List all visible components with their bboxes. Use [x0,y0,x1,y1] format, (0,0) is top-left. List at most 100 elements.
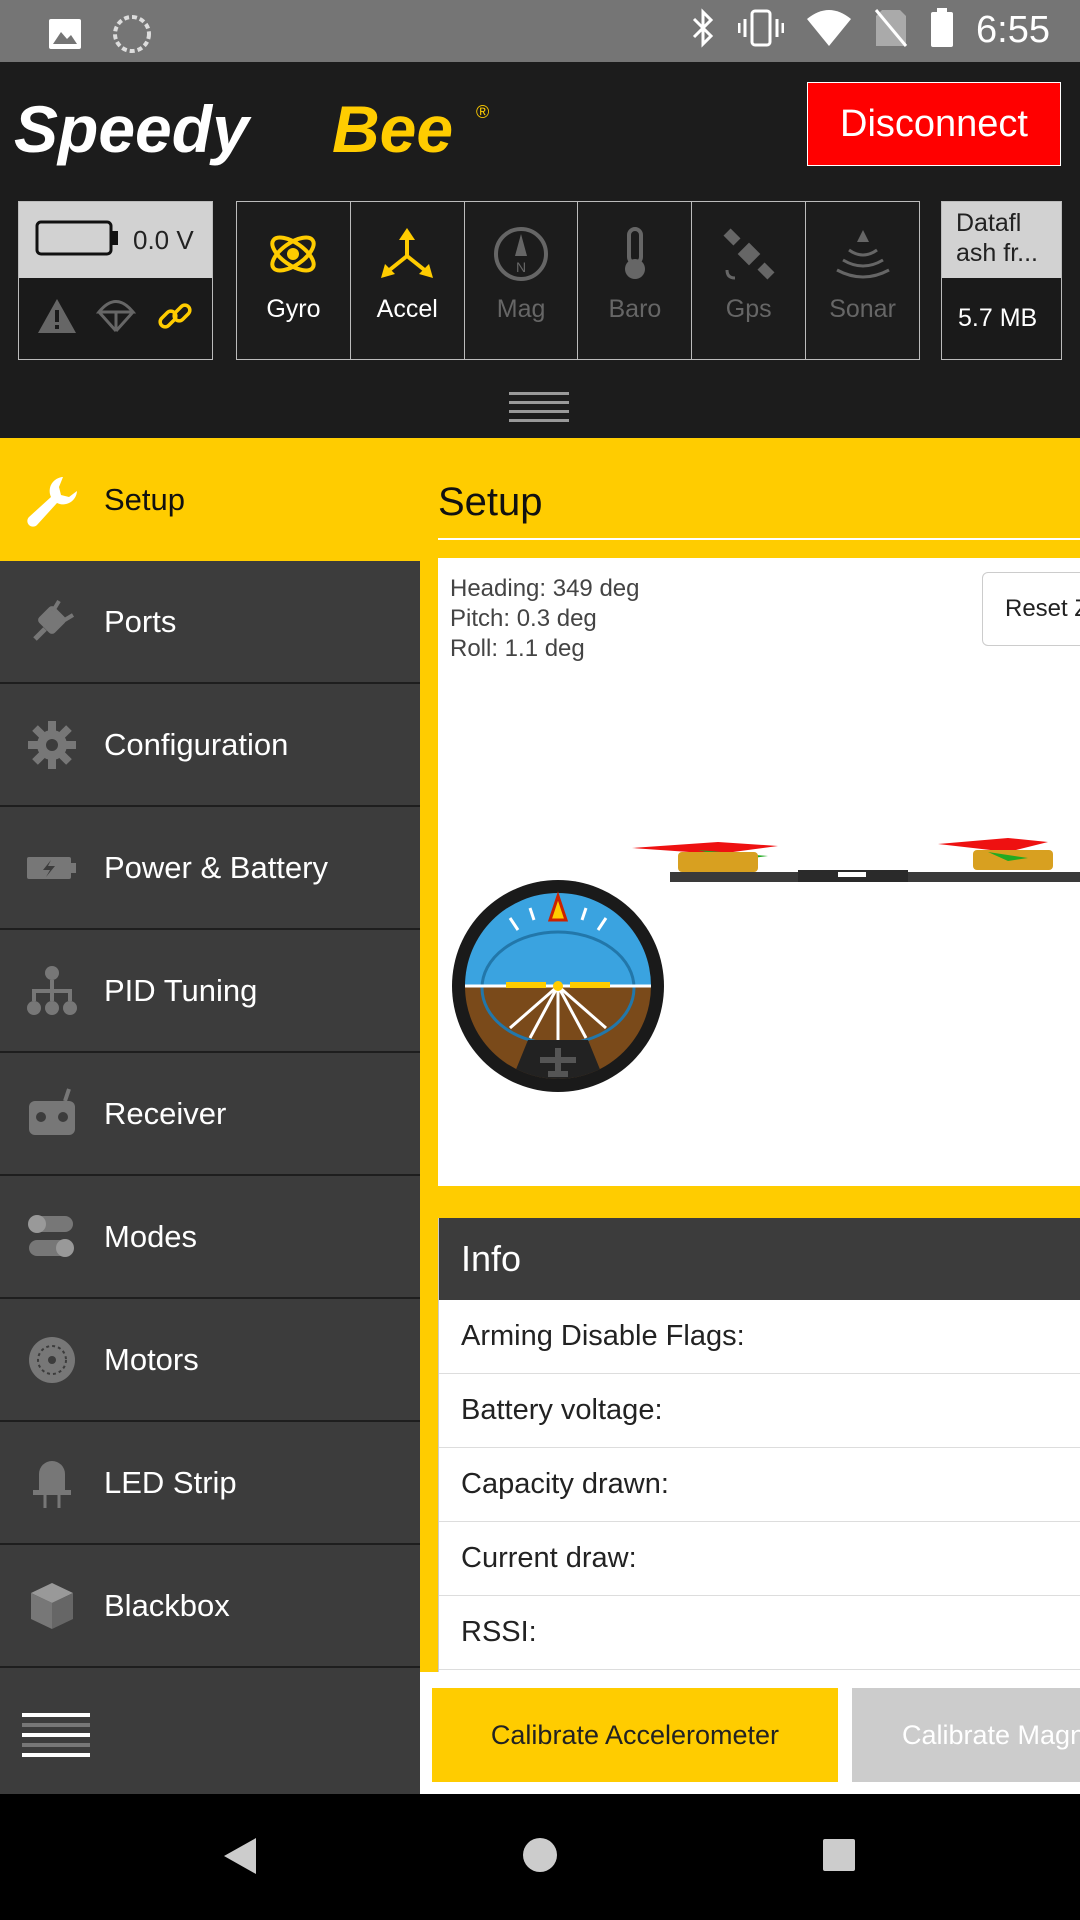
svg-text:N: N [516,259,526,275]
sidebar-item-label: Power & Battery [104,849,328,885]
recents-icon[interactable] [822,1838,856,1877]
dataflash-title: Datafl ash fr... [942,202,1061,278]
link-icon [155,296,195,341]
battery-outline-icon [35,220,119,261]
roll-text: Roll: 1.1 deg [450,635,585,662]
sidebar-item-label: PID Tuning [104,972,258,1008]
sidebar: Setup Ports Configuration Power & Batter… [0,438,420,1794]
accel-icon [377,226,437,287]
vibrate-icon [737,8,785,53]
image-icon [48,18,82,55]
sensor-baro: Baro [578,202,693,359]
calibration-toolbar: Calibrate Accelerometer Calibrate Magnet… [420,1672,1080,1794]
info-row-rssi: RSSI: [439,1596,1080,1670]
orientation-panel: Heading: 349 deg Pitch: 0.3 deg Roll: 1.… [438,558,1080,1186]
sidebar-item-label: Configuration [104,726,289,762]
sonar-icon [833,226,893,287]
info-title: Info [439,1218,1080,1300]
divider [438,538,1080,540]
sensor-accel: Accel [351,202,465,359]
attitude-indicator [452,880,664,1092]
sensor-sonar: Sonar [806,202,919,359]
svg-text:®: ® [476,102,489,122]
led-icon [0,1456,104,1510]
dataflash-size: 5.7 MB [942,278,1061,359]
drone-model [632,838,1080,882]
sidebar-item-label: Blackbox [104,1587,230,1623]
info-row-current-draw: Current draw: [439,1522,1080,1596]
status-bar: 6:55 [0,0,1080,62]
info-row-arming-flags: Arming Disable Flags: [439,1300,1080,1374]
motor-icon [0,1333,104,1387]
app-root: 6:55 Speedy Bee ® Disconnect 0.0 V Gyro … [0,0,1080,1920]
page-title: Setup [438,480,543,524]
hierarchy-icon [0,964,104,1018]
battery-status[interactable]: 0.0 V [18,201,213,360]
sidebar-item-ports[interactable]: Ports [0,561,420,684]
pitch-text: Pitch: 0.3 deg [450,605,597,632]
sidebar-item-blackbox[interactable]: Blackbox [0,1545,420,1668]
sidebar-item-label: LED Strip [104,1464,237,1500]
sensor-label: Gps [725,295,772,323]
satellite-icon [719,226,779,287]
sidebar-collapse-handle[interactable] [22,1713,90,1763]
info-row-battery-voltage: Battery voltage: [439,1374,1080,1448]
sensor-label: Accel [376,295,438,323]
sidebar-item-power-battery[interactable]: Power & Battery [0,807,420,930]
header-collapse-handle[interactable] [509,392,569,428]
sidebar-item-pid-tuning[interactable]: PID Tuning [0,930,420,1053]
battery-icon [930,8,954,53]
sidebar-item-label: Setup [104,481,186,517]
sidebar-item-label: Receiver [104,1095,227,1131]
bluetooth-icon [690,8,716,53]
sidebar-item-label: Modes [104,1218,198,1254]
sync-icon [112,14,152,59]
attitude-readout: Heading: 349 deg Pitch: 0.3 deg Roll: 1.… [450,574,640,664]
parachute-icon [96,297,137,340]
sensor-gps: Gps [692,202,807,359]
main-content: Setup Heading: 349 deg Pitch: 0.3 deg Ro… [420,438,1080,1794]
sidebar-item-receiver[interactable]: Receiver [0,1053,420,1176]
no-sim-icon [874,8,908,53]
calibrate-accelerometer-button[interactable]: Calibrate Accelerometer [432,1688,838,1782]
sidebar-item-label: Ports [104,603,177,639]
disconnect-button[interactable]: Disconnect [807,82,1061,166]
system-navigation-bar [0,1794,1080,1920]
info-row-capacity-drawn: Capacity drawn: [439,1448,1080,1522]
thermometer-icon [605,226,665,287]
sidebar-item-led-strip[interactable]: LED Strip [0,1422,420,1545]
reset-z-axis-button[interactable]: Reset Z axis [982,572,1080,646]
heading-text: Heading: 349 deg [450,575,640,602]
sensor-status-bar: Gyro Accel N Mag Baro Gps Sonar [236,201,920,360]
gyro-icon [263,226,323,287]
sidebar-item-setup[interactable]: Setup [0,438,420,561]
home-icon[interactable] [521,1836,559,1879]
back-icon[interactable] [222,1836,258,1881]
battery-voltage: 0.0 V [133,224,194,255]
sensor-label: Mag [496,295,546,323]
toggles-icon [0,1210,104,1264]
sensor-label: Gyro [266,295,321,323]
speedybee-logo: Speedy Bee ® [14,92,504,177]
plug-icon [0,595,104,649]
app-header: Speedy Bee ® Disconnect 0.0 V Gyro Accel… [0,62,1080,438]
wifi-icon [806,9,852,52]
sidebar-item-modes[interactable]: Modes [0,1176,420,1299]
calibrate-magnetometer-button[interactable]: Calibrate Magnetometer [852,1688,1080,1782]
dataflash-status[interactable]: Datafl ash fr... 5.7 MB [941,201,1062,360]
logo-text-speedy: Speedy [14,92,252,166]
sensor-label: Sonar [829,295,896,323]
battery-charge-icon [0,841,104,895]
sidebar-item-configuration[interactable]: Configuration [0,684,420,807]
remote-control-icon [0,1087,104,1141]
logo-text-bee: Bee [332,92,453,166]
wrench-icon [0,473,104,527]
sensor-gyro: Gyro [237,202,351,359]
sidebar-item-label: Motors [104,1341,199,1377]
clock: 6:55 [976,9,1050,51]
gear-icon [0,718,104,772]
sensor-mag: N Mag [465,202,579,359]
cube-icon [0,1579,104,1633]
sidebar-item-motors[interactable]: Motors [0,1299,420,1422]
compass-icon: N [491,226,551,287]
